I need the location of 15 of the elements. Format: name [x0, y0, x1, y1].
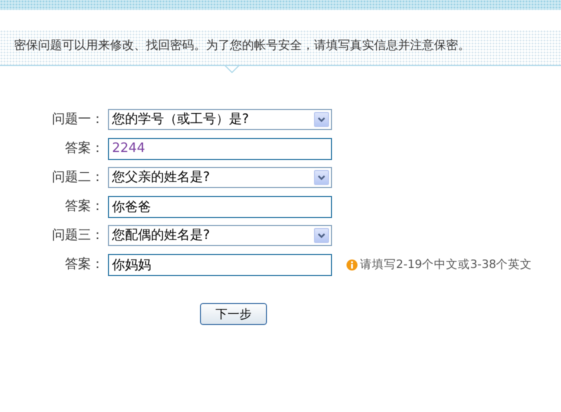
- question-select[interactable]: 您的学号（或工号）是?: [108, 109, 332, 130]
- answer-label: 答案：: [64, 198, 105, 216]
- question-label: 问题一：: [51, 110, 105, 129]
- question-label: 问题三：: [51, 226, 105, 245]
- question-select[interactable]: 您配偶的姓名是?: [108, 225, 332, 246]
- answer-field[interactable]: 你妈妈: [108, 254, 332, 276]
- question-select[interactable]: 您父亲的姓名是?: [108, 167, 332, 188]
- question-label: 问题二：: [51, 168, 105, 187]
- hint-text: 请填写2-19个中文或3-38个英文: [360, 256, 532, 273]
- answer-field[interactable]: 你爸爸: [108, 196, 332, 218]
- notice-text: 密保问题可以用来修改、找回密码。为了您的帐号安全，请填写真实信息并注意保密。: [14, 38, 470, 52]
- answer-label: 答案：: [64, 140, 105, 158]
- answer-label: 答案：: [64, 256, 105, 274]
- next-button[interactable]: 下一步: [200, 303, 267, 325]
- answer-field[interactable]: 2244: [108, 138, 332, 160]
